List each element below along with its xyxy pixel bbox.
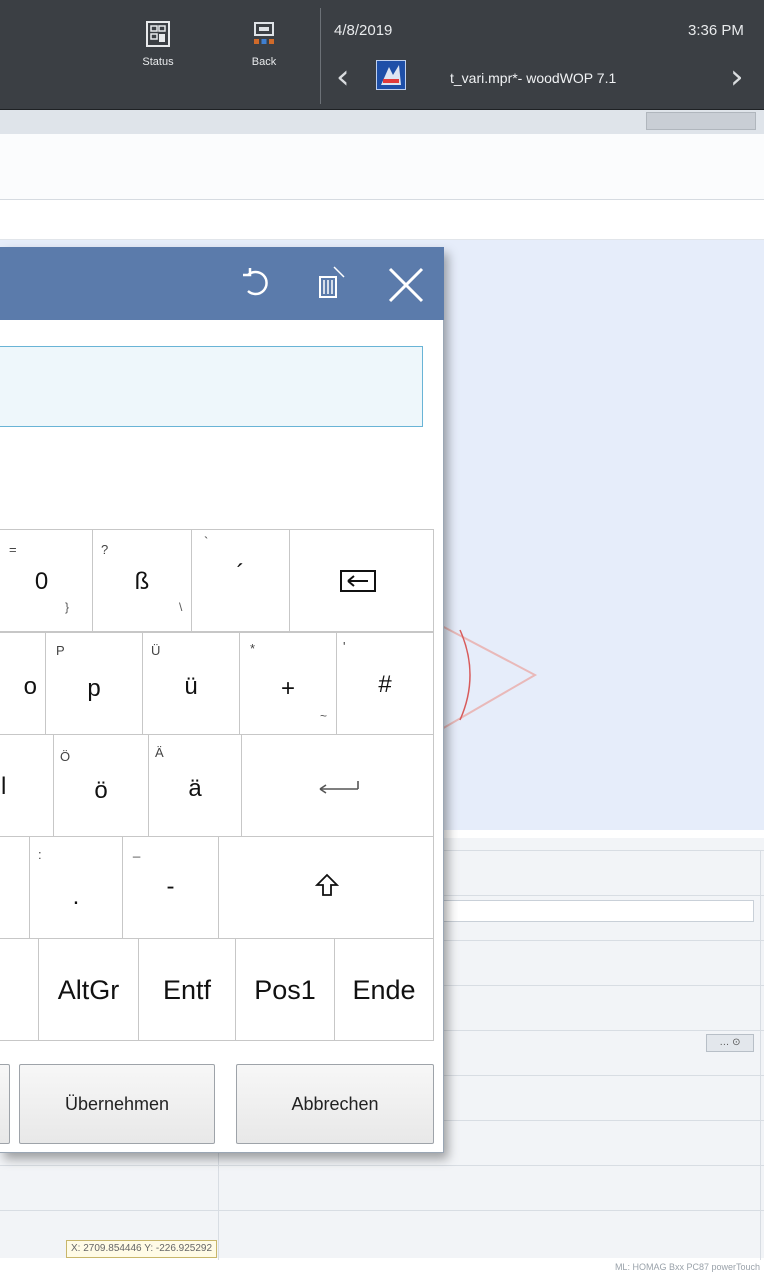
key-label: Ende [352, 975, 416, 1005]
table-row [0, 1165, 764, 1166]
time-label: 3:36 PM [688, 22, 744, 39]
key-partial[interactable] [0, 938, 39, 1041]
key-ue[interactable]: Ü ü [142, 632, 240, 735]
dialog-titlebar [0, 247, 444, 320]
key-oe[interactable]: Ö ö [53, 734, 149, 837]
key-label: # [378, 671, 392, 698]
key-shift-label: * [250, 641, 256, 656]
window-control-buttons[interactable] [646, 112, 756, 130]
key-0[interactable]: = 0 } [0, 529, 93, 632]
key-label: Entf [162, 975, 212, 1005]
key-shift-label: Ü [151, 643, 161, 658]
keyboard-text-input[interactable] [0, 346, 423, 427]
shift-icon [315, 873, 339, 896]
key-ende[interactable]: Ende [334, 938, 434, 1041]
key-label: ü [184, 673, 198, 700]
chevron-left-icon[interactable]: ‹ [336, 60, 350, 94]
key-p[interactable]: P p [45, 632, 143, 735]
key-shift-label: = [9, 542, 17, 557]
woodwop-app-icon [376, 60, 406, 90]
key-altgr-label: } [65, 600, 70, 614]
backspace-icon [340, 570, 376, 592]
date-label: 4/8/2019 [334, 22, 393, 39]
key-label: ß [134, 568, 150, 595]
key-backspace[interactable] [289, 529, 434, 632]
key-shift-label: Ä [155, 745, 164, 760]
key-label: 0 [34, 568, 49, 595]
key-minus[interactable]: _ - [122, 836, 219, 939]
key-partial[interactable] [0, 836, 30, 939]
back-button[interactable]: Back [234, 14, 294, 94]
key-entf[interactable]: Entf [138, 938, 236, 1041]
key-label: - [166, 873, 175, 900]
system-bar: Status Back 4/8/2019 3:36 PM ‹ t_vari.mp… [0, 0, 764, 110]
chevron-right-icon[interactable]: › [730, 60, 744, 94]
clear-input-icon[interactable] [314, 263, 348, 303]
key-shift-label: ? [101, 542, 109, 557]
key-label: ´ [236, 560, 245, 587]
coordinate-readout: X: 2709.854446 Y: -226.925292 [66, 1240, 218, 1258]
key-label: ö [94, 777, 108, 804]
divider [320, 8, 321, 104]
property-value-field[interactable] [440, 900, 754, 922]
key-shift-label: ` [204, 534, 209, 549]
key-l[interactable]: l [0, 734, 54, 837]
key-altgr[interactable]: AltGr [38, 938, 139, 1041]
key-ae[interactable]: Ä ä [148, 734, 242, 837]
key-label: l [1, 773, 7, 800]
key-label: o [23, 673, 37, 700]
browse-button[interactable]: … ⊙ [706, 1034, 754, 1052]
key-shift[interactable] [218, 836, 434, 939]
key-shift-label: Ö [60, 749, 71, 764]
background-subbar [0, 200, 764, 240]
key-enter[interactable] [241, 734, 434, 837]
close-icon[interactable] [384, 263, 428, 307]
background-toolbar [0, 134, 764, 200]
cancel-button[interactable]: Abbrechen [236, 1064, 434, 1144]
key-pos1[interactable]: Pos1 [235, 938, 335, 1041]
key-plus[interactable]: * + ~ [239, 632, 337, 735]
hidden-dialog-button[interactable] [0, 1064, 10, 1144]
status-icon [146, 21, 170, 47]
enter-icon [319, 781, 359, 794]
key-altgr-label: ~ [320, 709, 328, 723]
workpiece-shape [440, 624, 538, 731]
key-label: + [280, 675, 295, 702]
key-shift-label: : [38, 847, 42, 862]
status-label: Status [142, 56, 174, 68]
app-window-title: t_vari.mpr*- woodWOP 7.1 [450, 70, 617, 86]
key-shift-label: P [56, 643, 65, 658]
key-sz[interactable]: ? ß \ [92, 529, 192, 632]
table-column-divider [760, 850, 761, 1260]
table-row [0, 1210, 764, 1211]
key-o[interactable]: o [0, 632, 46, 735]
key-altgr-label: \ [179, 600, 183, 614]
apply-button[interactable]: Übernehmen [19, 1064, 215, 1144]
key-period[interactable]: : . [29, 836, 123, 939]
key-acute[interactable]: ` ´ [191, 529, 290, 632]
key-label: p [87, 675, 101, 702]
back-icon [254, 22, 274, 44]
key-label: AltGr [57, 975, 120, 1005]
back-label: Back [251, 56, 277, 68]
status-button[interactable]: Status [128, 14, 188, 94]
undo-icon[interactable] [240, 263, 274, 303]
key-shift-label: ' [343, 639, 346, 654]
key-label: Pos1 [254, 975, 316, 1005]
key-label: ä [188, 775, 202, 802]
key-hash[interactable]: ' # [336, 632, 434, 735]
key-label: . [72, 883, 80, 910]
machine-status: ML: HOMAG Bxx PC87 powerTouch [614, 1262, 760, 1272]
key-shift-label: _ [133, 843, 141, 858]
keyboard-dialog: = 0 } ? ß \ ` ´ o P p Ü ü * + ~ ' # l Ö … [0, 247, 444, 1153]
